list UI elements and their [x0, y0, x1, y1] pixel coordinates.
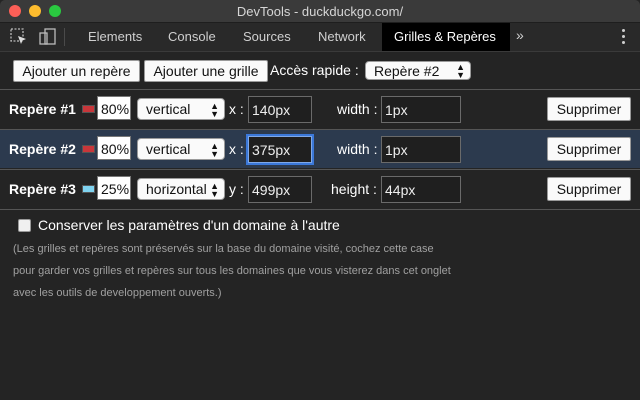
guide-position-input[interactable]: 499px [248, 176, 312, 203]
guides-toolbar: Ajouter un repère Ajouter une grille Acc… [0, 52, 640, 88]
guide-name: Repère #2 [9, 141, 76, 157]
guide-opacity-input[interactable]: 80% [97, 136, 131, 160]
delete-guide-button[interactable]: Supprimer [547, 137, 631, 161]
guide-opacity-input[interactable]: 80% [97, 96, 131, 120]
guide-row: Repère #1 80% vertical ▲ ▼ x : 140px widt… [0, 89, 640, 128]
tab-network[interactable]: Network [306, 23, 378, 51]
keep-settings-label[interactable]: Conserver les paramètres d'un domaine à … [38, 217, 340, 233]
guide-size-label: height : [331, 181, 377, 197]
guide-orientation-value: vertical [146, 101, 191, 117]
guide-color-swatch[interactable] [82, 105, 95, 113]
guide-row: Repère #2 80% vertical ▲ ▼ x : 375px widt… [0, 129, 640, 168]
inspect-element-icon[interactable] [9, 27, 29, 47]
tab-sources[interactable]: Sources [231, 23, 303, 51]
tab-console[interactable]: Console [156, 23, 228, 51]
delete-guide-button[interactable]: Supprimer [547, 177, 631, 201]
select-arrows-icon: ▲ ▼ [456, 62, 465, 80]
guide-orientation-value: horizontal [146, 181, 207, 197]
guide-opacity-input[interactable]: 25% [97, 176, 131, 200]
guide-size-input[interactable]: 1px [381, 96, 461, 123]
quick-access-select[interactable]: Repère #2 ▲ ▼ [365, 61, 471, 80]
select-arrows-icon: ▲ ▼ [210, 101, 219, 119]
guide-color-swatch[interactable] [82, 145, 95, 153]
guide-position-input[interactable]: 375px [248, 136, 312, 163]
keep-settings-note: (Les grilles et repères sont préservés s… [13, 243, 451, 299]
toolbar-divider [64, 28, 65, 46]
guide-orientation-value: vertical [146, 141, 191, 157]
window-title: DevTools - duckduckgo.com/ [236, 4, 404, 19]
guide-size-label: width : [337, 101, 378, 117]
guide-orientation-select[interactable]: vertical ▲ ▼ [137, 138, 225, 160]
quick-access-label: Accès rapide : [270, 62, 359, 78]
guide-name: Repère #3 [9, 181, 76, 197]
guide-position-input[interactable]: 140px [248, 96, 312, 123]
add-guide-button[interactable]: Ajouter un repère [13, 60, 140, 82]
keep-settings-checkbox[interactable] [18, 219, 31, 232]
guide-orientation-select[interactable]: horizontal ▲ ▼ [137, 178, 225, 200]
device-toolbar-icon[interactable] [38, 27, 58, 47]
guide-orientation-select[interactable]: vertical ▲ ▼ [137, 98, 225, 120]
more-tabs-icon[interactable]: » [516, 27, 524, 43]
add-grid-button[interactable]: Ajouter une grille [144, 60, 268, 82]
guide-size-input[interactable]: 44px [381, 176, 461, 203]
guide-axis-label: y : [229, 181, 244, 197]
guide-name: Repère #1 [9, 101, 76, 117]
delete-guide-button[interactable]: Supprimer [547, 97, 631, 121]
select-arrows-icon: ▲ ▼ [210, 141, 219, 159]
guide-size-label: width : [337, 141, 378, 157]
divider [0, 209, 640, 210]
quick-access-value: Repère #2 [374, 63, 440, 79]
devtools-tab-bar: Elements Console Sources Network Grilles… [0, 23, 640, 52]
tab-grilles-reperes[interactable]: Grilles & Repères [382, 23, 510, 51]
title-bar: DevTools - duckduckgo.com/ [0, 0, 640, 23]
guide-axis-label: x : [229, 141, 244, 157]
menu-kebab-icon[interactable] [622, 29, 626, 47]
tab-elements[interactable]: Elements [76, 23, 154, 51]
select-arrows-icon: ▲ ▼ [210, 181, 219, 199]
devtools-window: DevTools - duckduckgo.com/ Elements Cons… [0, 0, 640, 400]
guide-row: Repère #3 25% horizontal ▲ ▼ y : 499px he… [0, 169, 640, 208]
guide-color-swatch[interactable] [82, 185, 95, 193]
guide-axis-label: x : [229, 101, 244, 117]
guide-size-input[interactable]: 1px [381, 136, 461, 163]
